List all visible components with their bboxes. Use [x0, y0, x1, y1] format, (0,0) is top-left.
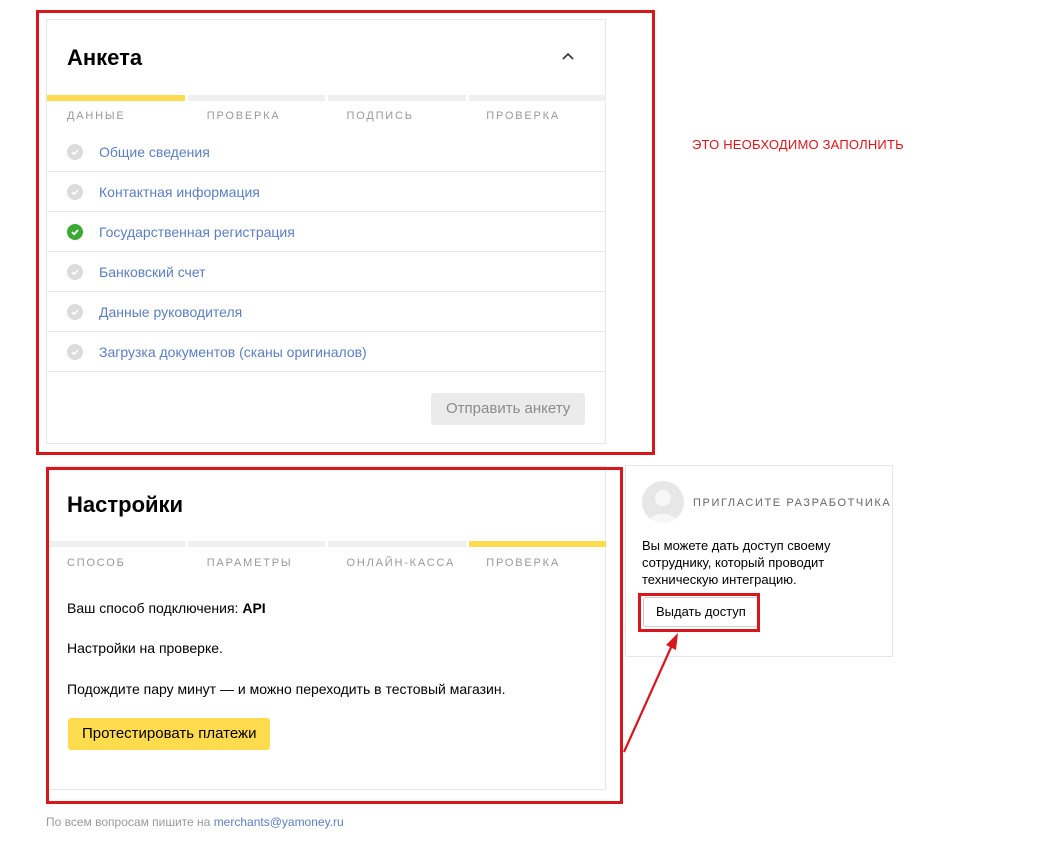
check-icon	[67, 263, 83, 280]
section-item-label: Государственная регистрация	[99, 223, 295, 240]
section-item-general[interactable]: Общие сведения	[47, 132, 605, 172]
check-icon	[67, 183, 83, 200]
step-label: ОНЛАЙН-КАССА	[346, 557, 456, 569]
step-label: ПРОВЕРКА	[486, 557, 560, 569]
annotation-note: ЭТО НЕОБХОДИМО ЗАПОЛНИТЬ	[692, 137, 904, 152]
invite-developer-panel: ПРИГЛАСИТЕ РАЗРАБОТЧИКА Вы можете дать д…	[625, 465, 893, 657]
invite-developer-title: ПРИГЛАСИТЕ РАЗРАБОТЧИКА	[693, 497, 892, 509]
settings-progress	[47, 541, 606, 547]
connection-method-label: Ваш способ подключения:	[67, 600, 243, 616]
settings-card: Настройки СПОСОБ ПАРАМЕТРЫ ОНЛАЙН-КАССА …	[46, 466, 606, 790]
section-item-label: Данные руководителя	[99, 303, 243, 320]
settings-status: Настройки на проверке.	[67, 640, 223, 656]
step-label: СПОСОБ	[67, 557, 126, 569]
settings-wait-text: Подождите пару минут — и можно переходит…	[67, 681, 506, 697]
anketa-title: Анкета	[67, 45, 143, 70]
footer-text: По всем вопросам пишите на	[46, 815, 214, 829]
footer-contact: По всем вопросам пишите на merchants@yam…	[46, 815, 344, 829]
check-icon	[67, 143, 83, 160]
submit-anketa-button[interactable]: Отправить анкету	[431, 393, 586, 425]
progress-segment	[47, 541, 185, 547]
avatar-placeholder-icon	[642, 481, 684, 523]
anketa-steps: ДАННЫЕ ПРОВЕРКА ПОДПИСЬ ПРОВЕРКА	[47, 110, 606, 126]
collapse-chevron-up-icon[interactable]	[556, 45, 580, 69]
settings-steps: СПОСОБ ПАРАМЕТРЫ ОНЛАЙН-КАССА ПРОВЕРКА	[47, 557, 606, 573]
step-label: ПАРАМЕТРЫ	[206, 557, 293, 569]
progress-segment	[468, 95, 606, 101]
section-item-documents[interactable]: Загрузка документов (сканы оригиналов)	[47, 332, 605, 372]
anketa-section-list: Общие сведения Контактная информация Гос…	[47, 132, 605, 372]
section-item-label: Общие сведения	[99, 143, 210, 160]
section-item-registration[interactable]: Государственная регистрация	[47, 212, 605, 252]
connection-method: Ваш способ подключения: API	[67, 600, 266, 616]
section-item-contacts[interactable]: Контактная информация	[47, 172, 605, 212]
check-icon	[67, 343, 83, 360]
section-item-director[interactable]: Данные руководителя	[47, 292, 605, 332]
progress-segment	[187, 541, 325, 547]
anketa-card: Анкета ДАННЫЕ ПРОВЕРКА ПОДПИСЬ ПРОВЕРКА …	[46, 19, 606, 444]
section-item-bank-account[interactable]: Банковский счет	[47, 252, 605, 292]
progress-segment	[47, 95, 185, 101]
settings-title: Настройки	[67, 492, 184, 517]
progress-segment	[328, 541, 466, 547]
footer-email-link[interactable]: merchants@yamoney.ru	[214, 815, 344, 829]
progress-segment	[187, 95, 325, 101]
check-icon	[67, 303, 83, 320]
step-label: ПОДПИСЬ	[346, 110, 414, 122]
check-done-icon	[67, 223, 83, 240]
grant-access-button[interactable]: Выдать доступ	[643, 597, 759, 627]
connection-method-value: API	[242, 600, 266, 616]
invite-developer-description: Вы можете дать доступ своему сотруднику,…	[642, 538, 831, 587]
test-payments-button[interactable]: Протестировать платежи	[68, 718, 271, 750]
section-item-label: Контактная информация	[99, 183, 260, 200]
progress-segment-active	[468, 541, 606, 547]
progress-segment	[328, 95, 466, 101]
section-item-label: Банковский счет	[99, 263, 206, 280]
section-item-label: Загрузка документов (сканы оригиналов)	[99, 343, 367, 360]
step-label: ПРОВЕРКА	[486, 110, 560, 122]
step-label: ДАННЫЕ	[67, 110, 126, 122]
anketa-progress	[47, 95, 606, 101]
step-label: ПРОВЕРКА	[206, 110, 281, 122]
